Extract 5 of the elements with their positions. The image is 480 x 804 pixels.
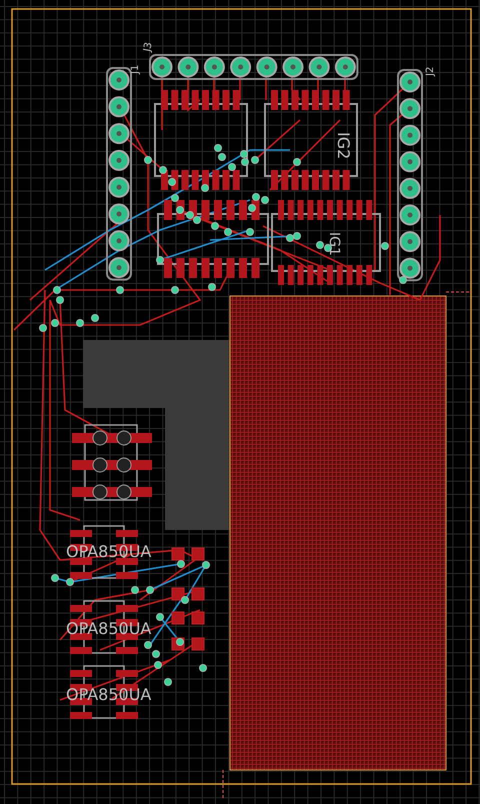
component-label: J2 bbox=[425, 66, 436, 76]
component-label: J3 bbox=[142, 41, 155, 53]
component-label: IG1 bbox=[326, 232, 342, 256]
component-label: J1 bbox=[130, 64, 141, 74]
component-label: IG2 bbox=[334, 132, 353, 160]
